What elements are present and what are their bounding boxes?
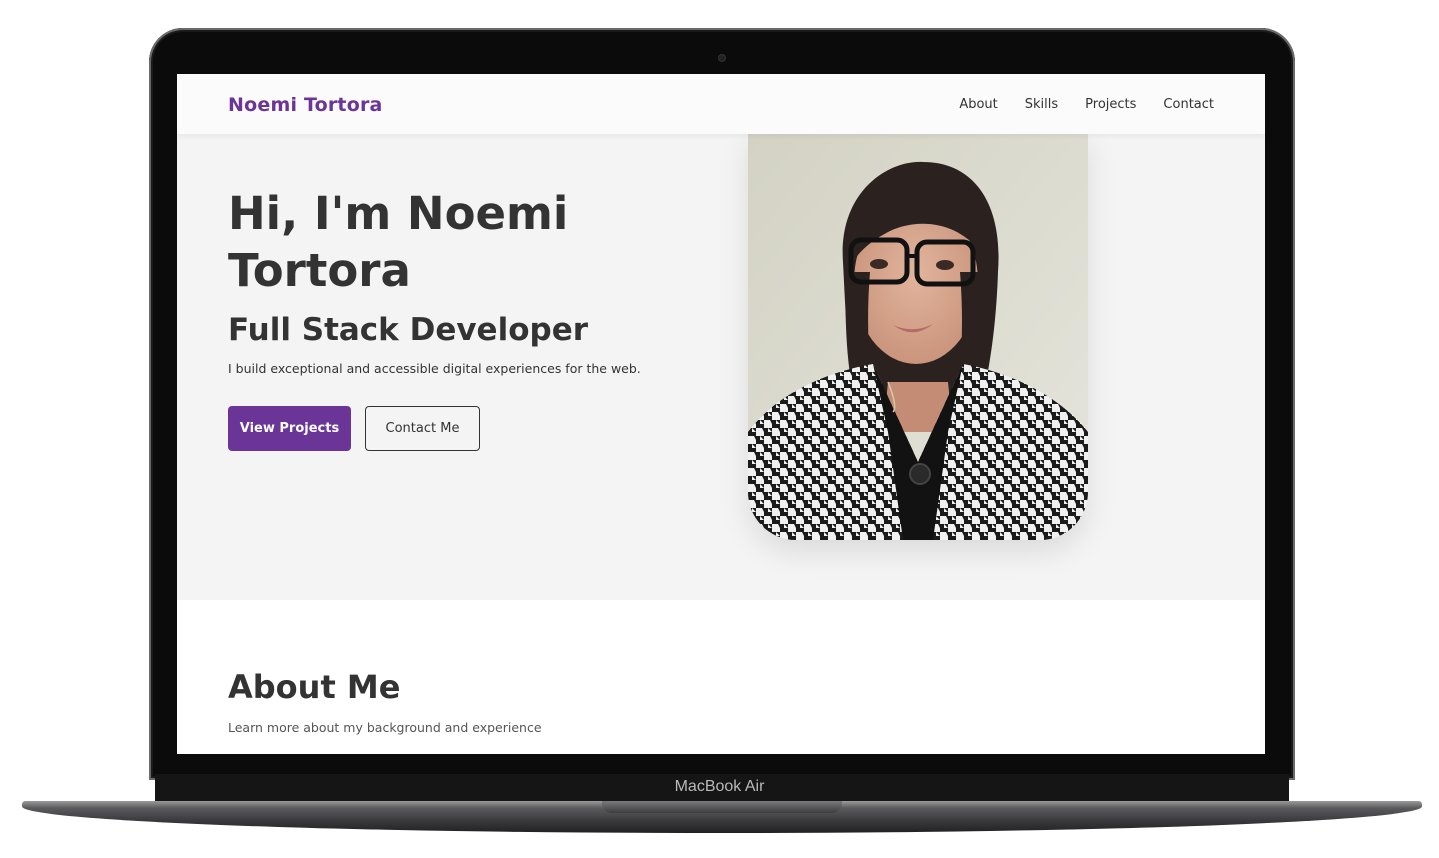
nav-links: About Skills Projects Contact [959, 97, 1214, 112]
hero-description: I build exceptional and accessible digit… [228, 361, 641, 376]
navbar: Noemi Tortora About Skills Projects Cont… [177, 74, 1265, 134]
about-section: About Me Learn more about my background … [177, 600, 1265, 754]
browser-viewport: Noemi Tortora About Skills Projects Cont… [177, 74, 1265, 754]
nav-link-projects[interactable]: Projects [1085, 97, 1136, 112]
hero-subtitle: Full Stack Developer [228, 312, 589, 348]
profile-photo [748, 132, 1088, 540]
nav-link-contact[interactable]: Contact [1163, 97, 1214, 112]
about-title: About Me [228, 668, 401, 706]
laptop-lid-notch [602, 801, 842, 813]
view-projects-button[interactable]: View Projects [228, 406, 351, 451]
hero-title: Hi, I'm Noemi Tortora [228, 187, 569, 297]
about-subtitle: Learn more about my background and exper… [228, 720, 542, 735]
nav-link-about[interactable]: About [959, 97, 997, 112]
nav-link-skills[interactable]: Skills [1025, 97, 1058, 112]
webcam-icon [719, 55, 725, 61]
profile-photo-illustration [748, 132, 1088, 540]
contact-me-button[interactable]: Contact Me [365, 406, 480, 451]
brand-logo[interactable]: Noemi Tortora [228, 94, 383, 116]
laptop-model-label: MacBook Air [674, 778, 765, 795]
hero-section: Hi, I'm Noemi Tortora Full Stack Develop… [177, 132, 1265, 600]
